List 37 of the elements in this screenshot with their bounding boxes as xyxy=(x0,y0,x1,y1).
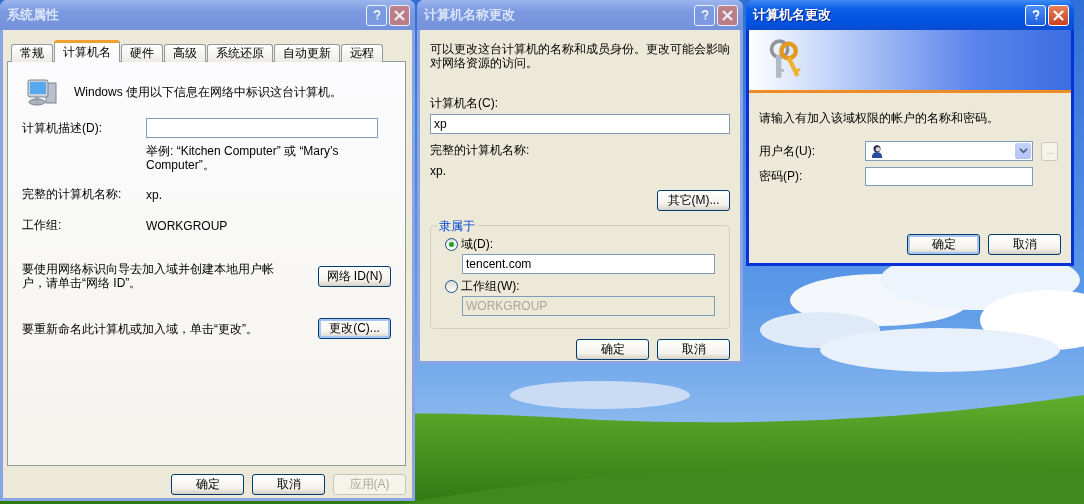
chevron-down-icon xyxy=(1018,147,1028,155)
example-text: 举例: “Kitchen Computer” 或 “Mary’s Computer”。 xyxy=(146,144,340,172)
intro-text: 请输入有加入该域权限的帐户的名称和密码。 xyxy=(759,111,1000,125)
radio-button[interactable] xyxy=(445,238,458,251)
help-icon xyxy=(1030,9,1041,21)
workgroup-value: WORKGROUP xyxy=(146,218,229,233)
dropdown-button[interactable] xyxy=(1015,143,1031,159)
close-icon xyxy=(722,9,733,21)
field-label: 计算机名(C): xyxy=(430,95,499,112)
field-label: 计算机描述(D): xyxy=(22,119,103,137)
field-label: 完整的计算机名称: xyxy=(22,186,123,203)
close-icon xyxy=(1053,9,1064,21)
group-legend: 隶属于 xyxy=(437,218,477,235)
password-field[interactable] xyxy=(865,167,1033,186)
field-label: 用户名(U): xyxy=(759,142,816,160)
computer-icon xyxy=(26,76,58,108)
network-id-text: 要使用网络标识向导去加入域并创建本地用户帐户，请单击“网络 ID”。 xyxy=(22,262,275,290)
full-name-value: xp. xyxy=(430,164,447,178)
window-title: 计算机名更改 xyxy=(753,6,832,24)
field-label: 密码(P): xyxy=(759,168,804,185)
dialog-button[interactable]: 取消 xyxy=(988,234,1061,255)
user-icon xyxy=(870,144,884,158)
help-icon xyxy=(371,9,382,21)
close-button[interactable] xyxy=(1048,4,1069,26)
close-icon xyxy=(394,9,405,21)
window-title: 系统属性 xyxy=(7,6,60,24)
dialog-button[interactable]: 确定 xyxy=(907,234,980,255)
username-combo[interactable] xyxy=(865,141,1033,161)
help-button[interactable] xyxy=(1025,4,1046,26)
intro-text: 可以更改这台计算机的名称和成员身份。更改可能会影响对网络资源的访问。 xyxy=(430,42,730,70)
window-title: 计算机名称更改 xyxy=(424,6,516,24)
full-name-value: xp. xyxy=(146,187,163,202)
help-icon xyxy=(699,9,710,21)
rename-text: 要重新命名此计算机或加入域，单击“更改”。 xyxy=(22,321,259,336)
field-label: 工作组: xyxy=(22,217,63,234)
intro-text: Windows 使用以下信息在网络中标识这台计算机。 xyxy=(74,83,342,101)
field-label: 完整的计算机名称: xyxy=(430,142,531,159)
